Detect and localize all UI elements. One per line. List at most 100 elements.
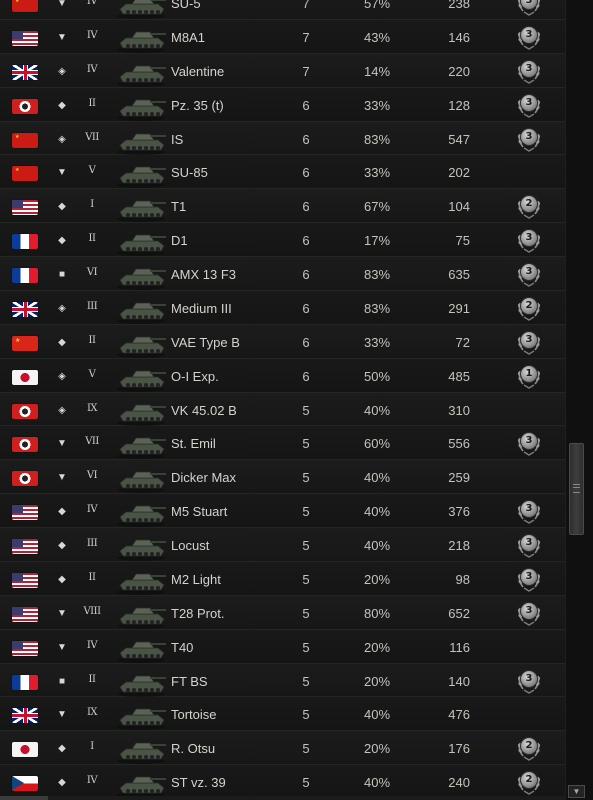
- mastery-badge-icon: 2: [516, 735, 542, 762]
- vehicle-row[interactable]: ◈ III Medium III 6 83% 291 2: [0, 290, 566, 325]
- mastery-level: 1: [521, 365, 537, 382]
- average-xp: 259: [448, 470, 470, 486]
- vehicle-name: T1: [171, 199, 187, 215]
- horizontal-scrollbar-thumb[interactable]: [0, 796, 48, 800]
- mastery-level: 3: [521, 264, 537, 280]
- vehicle-row[interactable]: ◆ I T1 6 67% 104 2: [0, 189, 566, 224]
- vehicle-list: ★ ▼ IV SU-5 7 57% 238 3 ▼ IV M8A1 7 43% 146 3 ◈ IV V…: [0, 0, 566, 799]
- medium-tank-icon: ◈: [58, 302, 66, 314]
- vehicle-row[interactable]: ◆ I R. Otsu 5 20% 176 2: [0, 731, 566, 766]
- tank-thumbnail: [114, 700, 168, 731]
- vehicle-row[interactable]: ▼ IV M8A1 7 43% 146 3: [0, 19, 566, 54]
- scroll-down-button[interactable]: ▼: [568, 785, 585, 798]
- vehicle-row[interactable]: ◆ IV M5 Stuart 5 40% 376 3: [0, 494, 566, 528]
- mastery-level: 3: [521, 60, 537, 77]
- flag-france-icon: [12, 268, 38, 283]
- vehicle-row[interactable]: ▼ VI Dicker Max 5 40% 259: [0, 460, 566, 495]
- vehicle-row[interactable]: ◈ V O-I Exp. 6 50% 485 1: [0, 358, 566, 393]
- vehicle-row[interactable]: ★ ◈ VII IS 6 83% 547 3: [0, 121, 566, 156]
- win-rate: 20%: [363, 639, 391, 655]
- win-rate: 83%: [363, 300, 391, 316]
- tier-label: II: [88, 571, 96, 583]
- mastery-badge-icon: 2: [516, 193, 542, 220]
- tank-destroyer-icon: ▼: [57, 472, 67, 484]
- win-rate: 14%: [363, 63, 391, 79]
- vehicle-name: M8A1: [171, 29, 205, 45]
- vehicle-row[interactable]: ★ ▼ IV SU-5 7 57% 238 3: [0, 0, 566, 20]
- vertical-scrollbar[interactable]: ▼: [565, 0, 593, 800]
- battles-count: 5: [302, 775, 310, 791]
- win-rate: 80%: [363, 605, 391, 621]
- light-tank-icon: ◆: [58, 777, 66, 789]
- win-rate: 20%: [363, 741, 391, 757]
- vehicle-row[interactable]: ◆ III Locust 5 40% 218 3: [0, 528, 566, 562]
- tank-destroyer-icon: ▼: [57, 641, 67, 653]
- flag-ussr-icon: ★: [12, 132, 38, 148]
- average-xp: 104: [448, 199, 470, 215]
- vehicle-row[interactable]: ▼ VII St. Emil 5 60% 556 3: [0, 426, 566, 461]
- win-rate: 33%: [363, 97, 391, 113]
- vehicle-row[interactable]: ◈ IX VK 45.02 B 5 40% 310: [0, 392, 566, 427]
- vehicle-row[interactable]: ★ ◆ II VAE Type B 6 33% 72 3: [0, 324, 566, 359]
- mastery-level: 3: [521, 128, 537, 145]
- battles-count: 6: [302, 165, 310, 181]
- flag-usa-icon: [12, 572, 38, 588]
- tier-label: II: [88, 97, 96, 109]
- mastery-badge-icon: 3: [516, 227, 542, 253]
- battles-count: 5: [302, 470, 310, 486]
- tier-label: VIII: [83, 605, 101, 617]
- vehicle-row[interactable]: ◆ II D1 6 17% 75 3: [0, 223, 566, 257]
- vehicle-row[interactable]: ▼ IX Tortoise 5 40% 476: [0, 697, 566, 732]
- tier-label: III: [86, 538, 98, 549]
- tier-label: IV: [86, 0, 98, 7]
- win-rate: 50%: [363, 368, 391, 384]
- average-xp: 547: [448, 131, 470, 147]
- vehicle-name: AMX 13 F3: [171, 267, 237, 282]
- tier-label: VI: [86, 470, 98, 482]
- vehicle-row[interactable]: ★ ▼ V SU-85 6 33% 202: [0, 155, 566, 190]
- vehicle-row[interactable]: ◆ II Pz. 35 (t) 6 33% 128 3: [0, 87, 566, 122]
- mastery-level: 3: [521, 501, 537, 518]
- vehicle-row[interactable]: ■ II FT BS 5 20% 140 3: [0, 663, 566, 698]
- tier-label: VII: [85, 131, 99, 143]
- average-xp: 635: [448, 267, 470, 282]
- tank-thumbnail: [114, 91, 168, 121]
- vehicle-row[interactable]: ◆ IV ST vz. 39 5 40% 240 2: [0, 765, 566, 799]
- heavy-tank-icon: ◈: [58, 133, 66, 145]
- vehicle-name: M5 Stuart: [171, 504, 228, 520]
- average-xp: 98: [455, 571, 470, 587]
- scrollbar-thumb[interactable]: [569, 443, 584, 535]
- chevron-down-icon: ▼: [572, 787, 581, 796]
- vehicle-name: R. Otsu: [171, 741, 216, 757]
- mastery-badge-icon: 2: [516, 769, 542, 795]
- heavy-tank-icon: ◈: [58, 370, 66, 382]
- horizontal-scrollbar[interactable]: [0, 796, 566, 800]
- flag-japan-icon: [12, 369, 38, 385]
- battles-count: 7: [302, 63, 310, 79]
- flag-uk-icon: [12, 301, 38, 317]
- vehicle-row[interactable]: ▼ VIII T28 Prot. 5 80% 652 3: [0, 595, 566, 630]
- mastery-level: 3: [521, 26, 537, 43]
- tier-label: I: [90, 199, 94, 211]
- light-tank-icon: ◆: [58, 573, 66, 585]
- mastery-badge-icon: 3: [516, 0, 542, 16]
- mastery-badge-icon: 3: [516, 261, 542, 287]
- average-xp: 238: [448, 0, 470, 11]
- average-xp: 218: [448, 538, 470, 553]
- vehicle-name: VK 45.02 B: [171, 402, 237, 418]
- light-tank-icon: ◆: [58, 506, 66, 518]
- average-xp: 128: [448, 97, 470, 113]
- vehicle-name: ST vz. 39: [171, 775, 226, 791]
- tank-thumbnail: [114, 463, 168, 494]
- vehicle-row[interactable]: ■ VI AMX 13 F3 6 83% 635 3: [0, 257, 566, 291]
- mastery-level: 2: [521, 772, 537, 789]
- mastery-badge-icon: 3: [516, 600, 542, 626]
- vehicle-row[interactable]: ◈ IV Valentine 7 14% 220 3: [0, 53, 566, 88]
- vehicle-row[interactable]: ◆ II M2 Light 5 20% 98 3: [0, 561, 566, 596]
- tier-label: IV: [86, 504, 98, 516]
- vehicle-name: Medium III: [171, 300, 232, 316]
- flag-germany-icon: [12, 403, 38, 419]
- vehicle-row[interactable]: ▼ IV T40 5 20% 116: [0, 629, 566, 664]
- flag-france-icon: [12, 234, 38, 250]
- win-rate: 20%: [363, 571, 391, 587]
